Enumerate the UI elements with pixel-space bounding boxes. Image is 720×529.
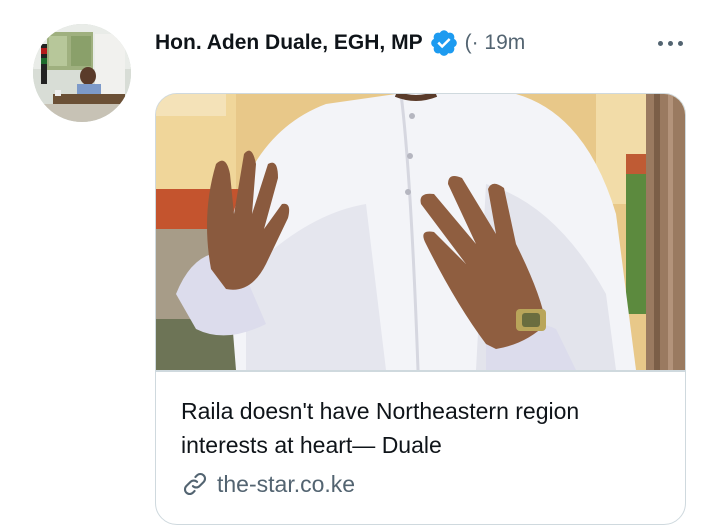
avatar[interactable]	[33, 24, 131, 122]
card-title[interactable]: Raila doesn't have Northeastern region i…	[181, 394, 661, 462]
tweet-timestamp[interactable]: · 19m	[472, 31, 526, 55]
more-dot	[668, 40, 673, 46]
card-image	[156, 94, 685, 370]
author-name[interactable]: Hon. Aden Duale, EGH, MP	[155, 31, 423, 55]
author-handle[interactable]: (	[465, 31, 472, 55]
verified-badge-icon	[430, 30, 457, 56]
link-preview-card[interactable]: Raila doesn't have Northeastern region i…	[155, 93, 686, 525]
more-dot	[658, 40, 663, 46]
card-divider	[156, 370, 685, 372]
avatar-image	[33, 24, 131, 122]
tweet-header: Hon. Aden Duale, EGH, MP ( · 19m	[155, 28, 695, 58]
more-options-icon[interactable]	[658, 28, 683, 58]
link-icon	[183, 472, 207, 496]
card-domain: the-star.co.ke	[217, 470, 356, 497]
more-dot	[678, 40, 683, 46]
card-domain-link[interactable]: the-star.co.ke	[181, 468, 355, 500]
